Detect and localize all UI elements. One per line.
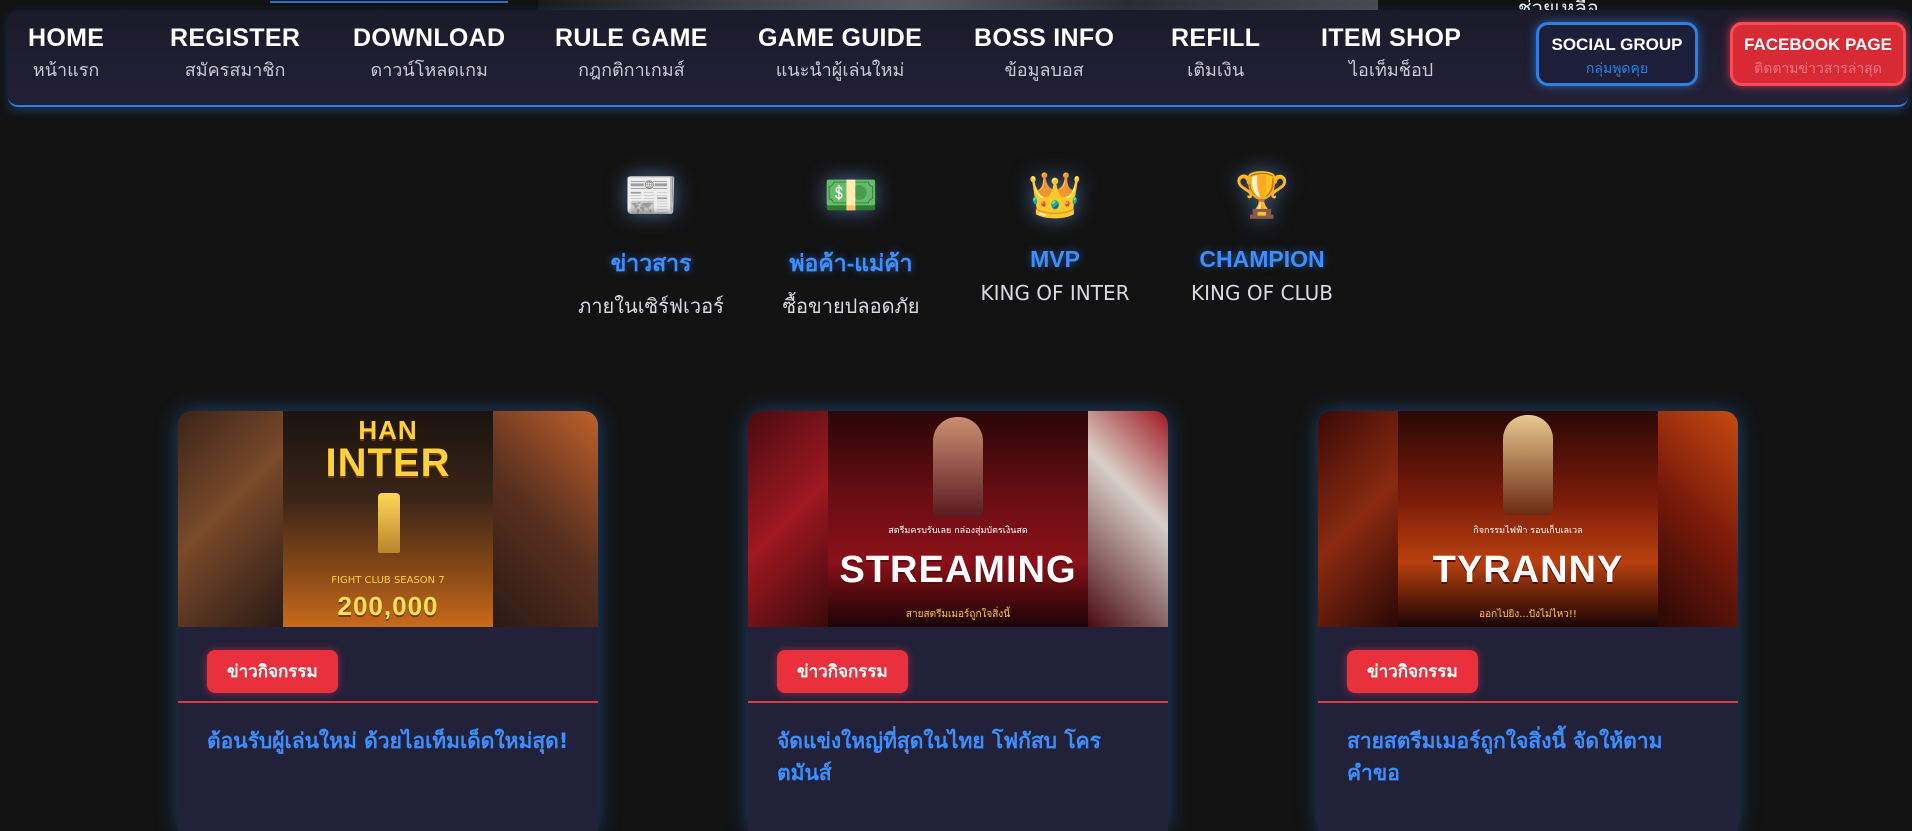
facebook-page-subtitle: ติดตามข่าวสารล่าสุด <box>1754 61 1882 77</box>
social-group-button[interactable]: SOCIAL GROUP กลุ่มพูดคุย <box>1536 22 1698 86</box>
nav-item-item-shop[interactable]: ITEM SHOP ไอเท็มช็อป <box>1321 24 1461 84</box>
nav-label-th: ไอเท็มช็อป <box>1349 60 1434 81</box>
feature-title: ข่าวสาร <box>610 250 692 276</box>
poster-line1: สตรีมครบรับเลย กล่องสุ่มบัตรเงินสด <box>888 526 1028 536</box>
card-image[interactable]: สตรีมครบรับเลย กล่องสุ่มบัตรเงินสด STREA… <box>748 411 1168 627</box>
character-graphic <box>1503 415 1553 515</box>
nav-label-th: สมัครสมาชิก <box>184 60 286 81</box>
newspaper-icon: 📰 <box>623 170 679 221</box>
feature-champion[interactable]: 🏆 CHAMPION KING OF CLUB <box>1162 168 1362 305</box>
social-group-subtitle: กลุ่มพูดคุย <box>1585 61 1649 77</box>
card-badge-row: ข่าวกิจกรรม <box>1318 627 1738 703</box>
poster-line2: INTER <box>325 441 451 485</box>
nav-item-home[interactable]: HOME หน้าแรก <box>28 24 104 84</box>
facebook-page-button[interactable]: FACEBOOK PAGE ติดตามข่าวสารล่าสุด <box>1730 22 1906 86</box>
feature-title: พ่อค้า-แม่ค้า <box>789 250 913 276</box>
money-icon: 💵 <box>823 170 879 221</box>
nav-item-download[interactable]: DOWNLOAD ดาวน์โหลดเกม <box>353 24 505 84</box>
news-card[interactable]: HAN INTER FIGHT CLUB SEASON 7 200,000 ข่… <box>178 411 598 831</box>
nav-label-en: BOSS INFO <box>974 24 1115 52</box>
card-title[interactable]: สายสตรีมเมอร์ถูกใจสิ่งนี้ จัดให้ตามคำขอ <box>1318 703 1738 789</box>
trophy-icon: 🏆 <box>1234 170 1290 221</box>
poster-big: 200,000 <box>337 591 439 621</box>
card-image[interactable]: กิจกรรมไฟฟ้า รอบเก็บเลเวล TYRANNY ออกไปย… <box>1318 411 1738 627</box>
poster-small: ออกไปยิง...ปังไม่ไหว!! <box>1479 609 1577 620</box>
feature-subtitle: ซื้อขายปลอดภัย <box>782 294 920 318</box>
nav-label-en: REGISTER <box>170 24 301 52</box>
poster-streaming: สตรีมครบรับเลย กล่องสุ่มบัตรเงินสด STREA… <box>828 411 1088 627</box>
feature-title: MVP <box>1030 246 1080 272</box>
nav-label-th: แนะนำผู้เล่นใหม่ <box>775 60 905 81</box>
category-badge[interactable]: ข่าวกิจกรรม <box>207 650 338 693</box>
feature-mvp[interactable]: 👑 MVP KING OF INTER <box>955 168 1155 305</box>
card-image[interactable]: HAN INTER FIGHT CLUB SEASON 7 200,000 <box>178 411 598 627</box>
feature-merchant[interactable]: 💵 พ่อค้า-แม่ค้า ซื้อขายปลอดภัย <box>751 168 951 322</box>
nav-label-th: กฎกติกาเกมส์ <box>578 60 685 81</box>
card-badge-row: ข่าวกิจกรรม <box>748 627 1168 703</box>
feature-news[interactable]: 📰 ข่าวสาร ภายในเซิร์ฟเวอร์ <box>551 168 751 322</box>
nav-label-en: GAME GUIDE <box>758 24 923 52</box>
category-badge[interactable]: ข่าวกิจกรรม <box>777 650 908 693</box>
card-title[interactable]: จัดแข่งใหญ่ที่สุดในไทย โฟกัสบ โครตมันส์ <box>748 703 1168 789</box>
crown-icon: 👑 <box>1027 170 1083 221</box>
poster-small: สายสตรีมเมอร์ถูกใจสิ่งนี้ <box>905 609 1011 620</box>
banner-accent-line <box>270 0 508 3</box>
nav-label-en: DOWNLOAD <box>353 24 506 52</box>
news-card[interactable]: กิจกรรมไฟฟ้า รอบเก็บเลเวล TYRANNY ออกไปย… <box>1318 411 1738 831</box>
nav-label-en: HOME <box>28 24 105 52</box>
nav-label-th: ข้อมูลบอส <box>1004 60 1084 81</box>
main-navbar: HOME หน้าแรก REGISTER สมัครสมาชิก DOWNLO… <box>8 10 1908 107</box>
nav-label-th: หน้าแรก <box>32 60 100 81</box>
nav-item-game-guide[interactable]: GAME GUIDE แนะนำผู้เล่นใหม่ <box>758 24 922 84</box>
poster-line2: TYRANNY <box>1432 549 1624 591</box>
poster-fight-club: HAN INTER FIGHT CLUB SEASON 7 200,000 <box>283 411 493 627</box>
feature-subtitle: KING OF CLUB <box>1191 281 1333 305</box>
poster-small: FIGHT CLUB SEASON 7 <box>331 575 445 586</box>
card-title[interactable]: ต้อนรับผู้เล่นใหม่ ด้วยไอเท็มเด็ดใหม่สุด… <box>178 703 598 757</box>
nav-label-th: เติมเงิน <box>1187 60 1245 81</box>
card-badge-row: ข่าวกิจกรรม <box>178 627 598 703</box>
category-badge[interactable]: ข่าวกิจกรรม <box>1347 650 1478 693</box>
nav-item-rule-game[interactable]: RULE GAME กฎกติกาเกมส์ <box>555 24 708 84</box>
nav-item-boss-info[interactable]: BOSS INFO ข้อมูลบอส <box>974 24 1114 84</box>
trophy-graphic <box>378 493 400 553</box>
nav-item-register[interactable]: REGISTER สมัครสมาชิก <box>170 24 300 84</box>
feature-subtitle: KING OF INTER <box>980 281 1130 305</box>
social-group-title: SOCIAL GROUP <box>1551 35 1683 54</box>
nav-item-refill[interactable]: REFILL เติมเงิน <box>1171 24 1260 84</box>
poster-line2: STREAMING <box>839 549 1077 591</box>
character-graphic <box>933 417 983 517</box>
nav-label-en: ITEM SHOP <box>1321 24 1462 52</box>
facebook-page-title: FACEBOOK PAGE <box>1744 35 1892 54</box>
feature-subtitle: ภายในเซิร์ฟเวอร์ <box>578 294 724 318</box>
news-card[interactable]: สตรีมครบรับเลย กล่องสุ่มบัตรเงินสด STREA… <box>748 411 1168 831</box>
nav-label-th: ดาวน์โหลดเกม <box>370 60 488 81</box>
nav-label-en: REFILL <box>1171 24 1261 52</box>
nav-label-en: RULE GAME <box>555 24 708 52</box>
poster-tyranny: กิจกรรมไฟฟ้า รอบเก็บเลเวล TYRANNY ออกไปย… <box>1398 411 1658 627</box>
feature-title: CHAMPION <box>1199 246 1325 272</box>
poster-line1: กิจกรรมไฟฟ้า รอบเก็บเลเวล <box>1473 526 1583 536</box>
